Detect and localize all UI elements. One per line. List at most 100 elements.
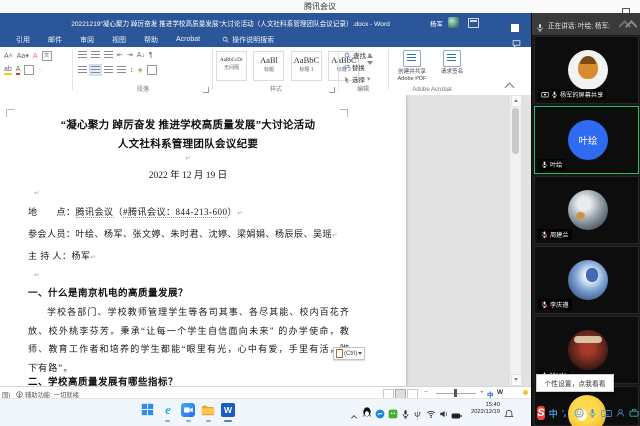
doc-attendees-line: 参会人员：叶绘、杨军、张文婷、朱时君、沈婷、梁娟娟、杨辰辰、吴瑶↵ [28,227,358,240]
word-taskbar-icon[interactable]: W [221,403,235,417]
paragraph-group-icons-row1[interactable]: ⇤⇥ A↓ ¶ [78,51,153,59]
scroll-down-icon[interactable] [511,374,522,386]
acrobat-group-label: Adobe Acrobat [390,87,474,93]
vertical-scrollbar[interactable] [509,95,521,386]
speaker-icon[interactable] [439,406,449,424]
start-button[interactable] [141,403,155,417]
tab-mailings[interactable]: 邮件 [48,35,62,45]
file-explorer-icon[interactable] [201,403,215,417]
voice-input-icon[interactable] [588,408,597,418]
zoom-out-icon[interactable]: − [424,389,428,396]
ribbon-display-options-icon[interactable] [468,18,479,28]
tab-help[interactable]: 帮助 [144,35,158,45]
clock[interactable]: 15:40 2022/12/19 [462,402,500,416]
screen-share-icon [541,91,549,99]
request-signatures-button[interactable]: 请求签名 [432,50,472,76]
punctuation-mode-icon[interactable]: ’， [562,408,570,419]
styles-dialog-launcher-icon[interactable] [329,87,335,93]
ribbon-tab-bar: 引用 邮件 审阅 视图 帮助 Acrobat 操作说明搜索 [0,32,531,47]
sogou-logo-icon[interactable]: S [537,406,545,420]
scroll-up-icon[interactable] [511,95,522,107]
create-share-pdf-button[interactable]: 创建并共享 Adobe PDF [392,50,432,82]
avatar [568,260,608,300]
screen: 腾讯会议 20221219“凝心聚力 踔厉奋发 推进学校高质量发展”大讨论活动（… [0,0,640,426]
tab-review[interactable]: 审阅 [80,35,94,45]
blue-app-tray-icon[interactable] [375,406,385,424]
paragraph-group-label: 段落 [78,84,208,93]
styles-group-label: 样式 [216,84,336,93]
wifi-icon[interactable] [426,406,436,424]
word-document-title: 20221219“凝心聚力 踔厉奋发 推进学校高质量发展”大讨论活动（人文社科系… [40,18,421,28]
return-mark: ↵ [34,361,39,369]
chevron-down-icon [358,352,362,355]
font-group-icons-row2[interactable]: abA◌ [4,65,43,75]
find-button[interactable]: 查找▾ [344,50,371,60]
document-area: “凝心聚力 踔厉奋发 推进学校高质量发展”大讨论活动 人文社科系管理团队会议纪要… [0,95,531,386]
editing-group-label: 编辑 [340,84,386,93]
doc-heading-1: 一、什么是南京机电的高质量发展？ [28,285,188,299]
video-tile-yehui[interactable]: 叶绘 叶绘 [534,106,639,174]
pilcrow-icon[interactable]: ¶ [149,52,153,59]
account-avatar[interactable] [448,17,459,28]
notification-bell-icon[interactable] [504,406,514,424]
qq-tray-icon[interactable] [362,405,372,423]
collapse-ribbon-icon[interactable] [505,83,515,93]
tab-view[interactable]: 视图 [112,35,126,45]
toolbox-icon[interactable] [629,408,639,418]
keyboard-icon[interactable] [601,409,612,418]
microphone-tray-icon[interactable] [401,406,410,424]
word-window: 20221219“凝心聚力 踔厉奋发 推进学校高质量发展”大讨论活动（人文社科系… [0,13,531,398]
avatar [568,190,608,230]
scrollbar-thumb[interactable] [512,108,519,154]
video-tile-zhoujianlan[interactable]: 周建兰 [534,176,639,244]
emoji-icon[interactable] [574,408,584,418]
skin-person-icon[interactable] [616,408,625,418]
paragraph-dialog-launcher-icon[interactable] [203,87,209,93]
avatar: 叶绘 [568,120,608,160]
tencent-meeting-icon[interactable] [181,403,195,417]
tell-me-search[interactable]: 操作说明搜索 [222,35,274,45]
paste-options-button[interactable]: (Ctrl) [333,347,365,360]
word-titlebar: 20221219“凝心聚力 踔厉奋发 推进学校高质量发展”大讨论活动（人文社科系… [0,13,531,32]
meeting-window-title: 腾讯会议 [0,1,640,12]
internet-explorer-icon[interactable]: e [161,403,175,417]
meeting-window-titlebar: 腾讯会议 [0,0,640,14]
meeting-link[interactable]: 腾讯会议 [76,207,114,218]
video-tile-yangjun-share[interactable]: 杨军的屏幕共享 [534,36,639,104]
zoom-in-icon[interactable]: + [480,389,484,396]
replace-icon: ⇄ [344,63,350,71]
speaking-text: 正在讲话: 叶绘; 杨军; [548,20,610,30]
video-tile-liqingzun[interactable]: 李庆遵 [534,246,639,314]
ime-chinese-mode-icon[interactable]: 中 [549,407,558,420]
style-heading1[interactable]: AaBbC 标题 1 [291,51,322,81]
tile-label: 叶绘 [538,159,565,170]
style-title[interactable]: AaBl 标题 [253,51,284,81]
meeting-id-link[interactable]: #腾讯会议：844-213-600 [123,207,228,218]
word-account-name[interactable]: 杨军 [430,18,443,28]
active-indicator [224,420,232,422]
replace-button[interactable]: ⇄ 替换 [344,62,365,72]
mic-icon [536,19,544,37]
avatar [568,50,608,90]
mic-icon [541,161,548,168]
zoom-slider-knob[interactable] [454,389,457,397]
clock-time: 15:40 [462,402,500,409]
font-group-icons-row1[interactable]: A˄Aa▾A文 [4,51,52,61]
tab-acrobat[interactable]: Acrobat [176,36,200,43]
document-page[interactable]: “凝心聚力 踔厉奋发 推进学校高质量发展”大讨论活动 人文社科系管理团队会议纪要… [0,95,406,386]
meeting-sidebar: 正在讲话: 叶绘; 杨军; 杨军的屏幕共享 叶绘 叶绘 [531,13,640,426]
tray-expand-icon[interactable] [350,407,358,425]
tile-label: 周建兰 [538,229,572,240]
battery-icon[interactable] [451,407,462,425]
running-indicator [206,420,211,422]
style-no-spacing[interactable]: AaBbCcDc 无间隔 [216,51,247,81]
sogou-mini-icon[interactable]: W [497,389,503,396]
paragraph-group-icons-row2[interactable]: ↕◈ [78,65,157,75]
adobe-pdf-icon [403,50,421,67]
select-button[interactable]: 选择▾ [344,74,370,84]
sort-icon[interactable]: A↓ [137,52,145,59]
tab-references[interactable]: 引用 [16,35,30,45]
usb-tray-icon[interactable] [413,407,422,425]
wechat-tray-icon[interactable] [388,406,398,424]
clock-date: 2022/12/19 [462,409,500,416]
